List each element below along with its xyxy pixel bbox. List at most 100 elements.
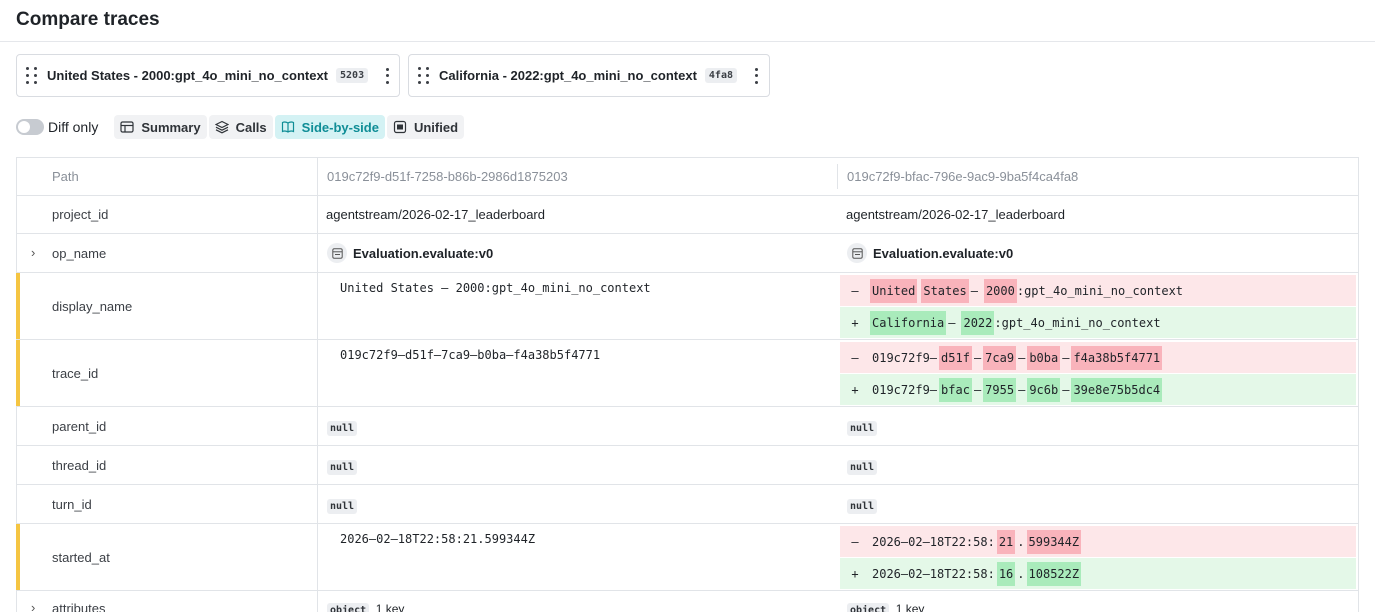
column-divider xyxy=(317,234,318,272)
trace-card-1[interactable]: United States - 2000:gpt_4o_mini_no_cont… xyxy=(16,54,400,97)
diff-added-token: 108522Z xyxy=(1026,561,1082,586)
right-value-cell: null xyxy=(847,497,878,514)
table-row: › op_name Evaluation.evaluate:v0 Evaluat… xyxy=(17,234,1358,273)
trace-id-badge: 5203 xyxy=(336,68,369,83)
book-open-icon xyxy=(281,121,294,133)
column-divider xyxy=(317,524,318,590)
chevron-right-icon[interactable]: › xyxy=(31,245,35,260)
document-icon xyxy=(393,120,407,134)
right-op-name: Evaluation.evaluate:v0 xyxy=(873,245,1014,261)
diff-token: . xyxy=(1017,534,1025,549)
diff-only-label: Diff only xyxy=(48,119,99,135)
left-value-cell: object 1 key xyxy=(327,601,404,612)
calls-view-button[interactable]: Calls xyxy=(208,115,273,139)
column-divider xyxy=(317,446,318,484)
diff-removed-token: United xyxy=(870,278,918,303)
key-count: 1 key xyxy=(895,602,925,612)
page-title: Compare traces xyxy=(16,9,160,30)
summary-view-button[interactable]: Summary xyxy=(114,115,207,139)
diff-token: – xyxy=(1018,382,1026,397)
diff-plus-sign: + xyxy=(851,382,859,397)
left-value-cell: null xyxy=(327,419,358,436)
table-row-changed: display_name United States – 2000:gpt_4o… xyxy=(16,273,1358,340)
diff-token: – xyxy=(973,382,982,397)
diff-token: – xyxy=(1018,350,1026,365)
right-op-chip[interactable]: Evaluation.evaluate:v0 xyxy=(847,243,1013,263)
table-row: › attributes object 1 key object 1 key xyxy=(17,591,1358,612)
table-row: thread_id null null xyxy=(17,446,1358,485)
left-value: 2026–02–18T22:58:21.599344Z xyxy=(340,532,536,546)
left-value: 019c72f9–d51f–7ca9–b0ba–f4a38b5f4771 xyxy=(340,348,601,362)
column-divider xyxy=(317,485,318,523)
diff-removed-token: b0ba xyxy=(1027,345,1061,370)
column-divider xyxy=(317,158,318,195)
comparison-table: Path 019c72f9-d51f-7258-b86b-2986d187520… xyxy=(16,157,1359,612)
object-chip: object xyxy=(327,603,370,612)
drag-handle-icon[interactable] xyxy=(26,66,42,85)
side-by-side-view-button[interactable]: Side-by-side xyxy=(274,115,385,139)
diff-removed-token: 7ca9 xyxy=(983,345,1017,370)
column-divider xyxy=(317,340,318,406)
more-options-icon[interactable] xyxy=(382,67,392,84)
left-value: United States – 2000:gpt_4o_mini_no_cont… xyxy=(340,281,651,295)
null-chip: null xyxy=(327,499,358,514)
left-trace-id-header: 019c72f9-d51f-7258-b86b-2986d1875203 xyxy=(327,169,568,184)
unified-view-button[interactable]: Unified xyxy=(386,115,465,139)
null-chip: null xyxy=(847,421,878,436)
diff-removed-token: f4a38b5f4771 xyxy=(1071,345,1163,370)
more-options-icon[interactable] xyxy=(751,67,761,84)
trace-card-2[interactable]: California - 2022:gpt_4o_mini_no_context… xyxy=(408,54,770,97)
row-path-label: parent_id xyxy=(52,419,107,434)
page-header: Compare traces xyxy=(0,0,1375,42)
diff-only-toggle[interactable] xyxy=(16,119,44,135)
diff-token: – xyxy=(1062,350,1070,365)
table-row: turn_id null null xyxy=(17,485,1358,524)
key-count: 1 key xyxy=(375,602,405,612)
diff-token: – xyxy=(973,350,982,365)
diff-token: :gpt_4o_mini_no_context xyxy=(994,315,1161,330)
null-chip: null xyxy=(327,421,358,436)
table-header-row: Path 019c72f9-d51f-7258-b86b-2986d187520… xyxy=(17,158,1358,196)
table-row: project_id agentstream/2026-02-17_leader… xyxy=(17,196,1358,234)
chevron-right-icon[interactable]: › xyxy=(31,600,35,612)
null-chip: null xyxy=(847,460,878,475)
row-path-label: op_name xyxy=(52,246,107,261)
row-path-label: thread_id xyxy=(52,458,107,473)
diff-added-token: California xyxy=(870,310,947,335)
null-chip: null xyxy=(327,460,358,475)
left-op-chip[interactable]: Evaluation.evaluate:v0 xyxy=(327,243,493,263)
side-by-side-view-label: Side-by-side xyxy=(301,119,379,135)
view-mode-group: Summary Calls Side-by-side Unified xyxy=(114,115,466,139)
diff-token: 019c72f9– xyxy=(872,350,938,365)
column-divider xyxy=(317,196,318,233)
diff-plus-sign: + xyxy=(851,315,859,330)
drag-handle-icon[interactable] xyxy=(418,66,434,85)
diff-minus-sign: – xyxy=(851,534,859,549)
diff-token: – xyxy=(948,315,956,330)
trace-card-title: United States - 2000:gpt_4o_mini_no_cont… xyxy=(47,68,329,83)
left-value-cell: null xyxy=(327,458,358,475)
op-icon xyxy=(327,243,347,263)
trace-id-badge: 4fa8 xyxy=(704,68,737,83)
diff-added-line: + 2026–02–18T22:58: 16 . 108522Z xyxy=(840,558,1356,589)
op-icon xyxy=(847,243,867,263)
diff-removed-line: – 2026–02–18T22:58: 21 . 599344Z xyxy=(840,526,1356,557)
trace-card-title: California - 2022:gpt_4o_mini_no_context xyxy=(439,68,697,83)
summary-view-label: Summary xyxy=(141,119,201,135)
column-divider xyxy=(317,273,318,339)
column-divider xyxy=(837,164,838,189)
diff-removed-token: 21 xyxy=(996,529,1016,554)
diff-removed-token: States xyxy=(921,278,969,303)
row-path-label: display_name xyxy=(52,299,133,314)
diff-plus-sign: + xyxy=(851,566,859,581)
diff-added-token: 16 xyxy=(996,561,1016,586)
diff-token: – xyxy=(970,283,978,298)
diff-removed-token: d51f xyxy=(939,345,972,370)
view-toolbar: Diff only Summary Calls Side-by-side Uni… xyxy=(16,114,466,140)
table-icon xyxy=(120,121,134,133)
diff-removed-token: 599344Z xyxy=(1026,529,1082,554)
path-column-header: Path xyxy=(52,169,79,184)
diff-token: . xyxy=(1017,566,1025,581)
diff-removed-token: 2000 xyxy=(983,278,1017,303)
diff-token: :gpt_4o_mini_no_context xyxy=(1016,283,1184,298)
